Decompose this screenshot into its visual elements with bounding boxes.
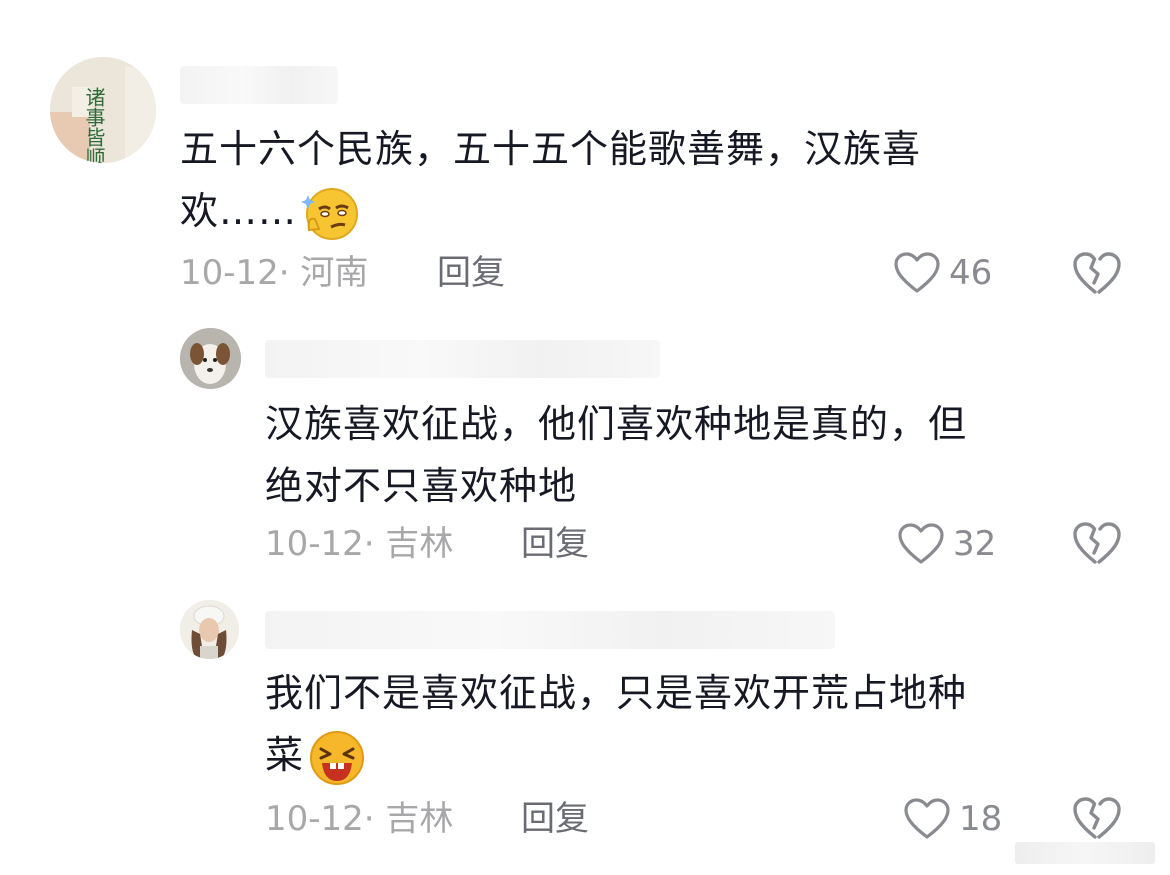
- username-redacted[interactable]: [265, 611, 835, 649]
- person-avatar-image: [180, 600, 239, 659]
- avatar[interactable]: 诸事皆顺: [50, 57, 156, 163]
- comment-meta: 10-12· 吉林: [265, 797, 453, 841]
- dislike-button[interactable]: [1072, 520, 1122, 570]
- watermark-redacted: [1015, 842, 1155, 864]
- reply-button[interactable]: 回复: [521, 522, 589, 566]
- comment-text: 汉族喜欢征战，他们喜欢种地是真的，但 绝对不只喜欢种地: [265, 393, 1125, 517]
- like-count: 18: [959, 799, 1003, 839]
- avatar[interactable]: [180, 328, 241, 389]
- avatar-image: 诸事皆顺: [50, 57, 156, 163]
- broken-heart-icon: [1073, 797, 1121, 839]
- comment-location: 河南: [300, 253, 369, 293]
- comment-location: 吉林: [385, 799, 454, 839]
- heart-icon: [894, 252, 940, 293]
- like-button[interactable]: 18: [903, 797, 1002, 841]
- comment-date: 10-12: [265, 799, 364, 839]
- comment-meta: 10-12· 吉林: [265, 522, 453, 566]
- comment-text-content: 五十六个民族，五十五个能歌善舞，汉族喜 欢……: [180, 127, 922, 233]
- dislike-button[interactable]: [1072, 795, 1122, 845]
- like-button[interactable]: 46: [893, 251, 992, 295]
- broken-heart-icon: [1073, 252, 1121, 294]
- like-count: 46: [949, 253, 993, 293]
- username-redacted[interactable]: [180, 66, 338, 104]
- meta-separator: ·: [363, 524, 386, 564]
- comment-text-content: 汉族喜欢征战，他们喜欢种地是真的，但 绝对不只喜欢种地: [265, 402, 968, 508]
- comment-meta: 10-12· 河南: [180, 251, 368, 295]
- avatar[interactable]: [180, 600, 239, 659]
- comment-text: 我们不是喜欢征战，只是喜欢开荒占地种 菜: [265, 662, 1125, 787]
- heart-icon: [898, 523, 944, 564]
- reply-button[interactable]: 回复: [521, 797, 589, 841]
- heart-icon: [904, 798, 950, 839]
- broken-heart-icon: [1073, 522, 1121, 564]
- meta-separator: ·: [278, 253, 301, 293]
- reply-button[interactable]: 回复: [437, 251, 505, 295]
- avatar-text: 诸事皆顺: [82, 87, 106, 163]
- comment-location: 吉林: [385, 524, 454, 564]
- like-count: 32: [953, 524, 997, 564]
- username-redacted[interactable]: [265, 340, 660, 378]
- laughing-emoji-icon: [308, 729, 366, 787]
- dislike-button[interactable]: [1072, 250, 1122, 300]
- comment-date: 10-12: [180, 253, 279, 293]
- like-button[interactable]: 32: [897, 522, 996, 566]
- meta-separator: ·: [363, 799, 386, 839]
- smirk-emoji-icon: [301, 185, 359, 243]
- comment-text: 五十六个民族，五十五个能歌善舞，汉族喜 欢……: [180, 118, 1080, 243]
- comment-date: 10-12: [265, 524, 364, 564]
- dog-avatar-image: [180, 328, 241, 389]
- comment-text-content: 我们不是喜欢征战，只是喜欢开荒占地种 菜: [265, 671, 968, 777]
